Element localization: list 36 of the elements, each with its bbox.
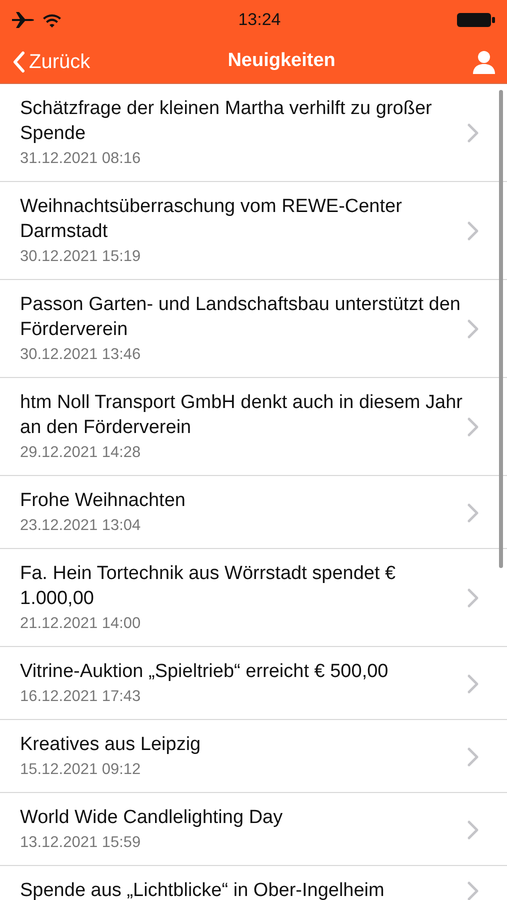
screen-title: Neuigkeiten xyxy=(228,49,336,74)
chevron-icon xyxy=(467,746,479,766)
wifi-icon xyxy=(42,12,62,28)
news-title: World Wide Candlelighting Day xyxy=(20,806,284,830)
chevron-icon xyxy=(467,588,479,608)
news-title: Frohe Weihnachten xyxy=(20,489,186,513)
news-title: Schätzfrage der kleinen Martha verhilft zu großer Spende xyxy=(20,97,433,146)
chevron-icon xyxy=(467,502,479,522)
news-date: 21.12.2021 14:00 xyxy=(20,614,142,634)
news-title: Spende aus „Lichtblicke“ in Ober-Ingelheim xyxy=(20,879,386,900)
news-date: 30.12.2021 15:19 xyxy=(20,247,142,267)
back-chevron-icon xyxy=(12,50,25,72)
news-title: htm Noll Transport GmbH denkt auch in diesem Jahr an den Förderverein xyxy=(20,391,464,440)
status-time: 13:24 xyxy=(238,9,281,32)
news-date: 23.12.2021 13:04 xyxy=(20,516,142,536)
chevron-icon xyxy=(467,880,479,900)
news-date: 13.12.2021 15:59 xyxy=(20,833,142,853)
news-title: Weihnachtsüberraschung vom REWE-Center Darmstadt xyxy=(20,195,403,244)
chevron-icon xyxy=(467,123,479,143)
chevron-icon xyxy=(467,221,479,241)
chevron-icon xyxy=(467,417,479,437)
news-title: Kreatives aus Leipzig xyxy=(20,733,202,757)
news-date: 15.12.2021 09:12 xyxy=(20,760,142,780)
chevron-icon xyxy=(467,674,479,694)
news-date: 29.12.2021 14:28 xyxy=(20,443,142,463)
chevron-icon xyxy=(467,319,479,339)
news-title: Vitrine-Auktion „Spieltrieb“ erreicht € 500,00 xyxy=(20,660,390,684)
news-title: Passon Garten- und Landschaftsbau unterstützt den Förderverein xyxy=(20,293,462,342)
news-title: Fa. Hein Tortechnik aus Wörrstadt spendet € 1.000,00 xyxy=(20,562,397,611)
news-date: 16.12.2021 17:43 xyxy=(20,687,142,707)
news-date: 31.12.2021 08:16 xyxy=(20,149,142,169)
battery-icon xyxy=(456,12,495,28)
airplane-icon xyxy=(12,12,34,28)
news-date: 30.12.2021 13:46 xyxy=(20,345,142,365)
chevron-icon xyxy=(467,820,479,840)
user-icon[interactable] xyxy=(472,50,495,74)
